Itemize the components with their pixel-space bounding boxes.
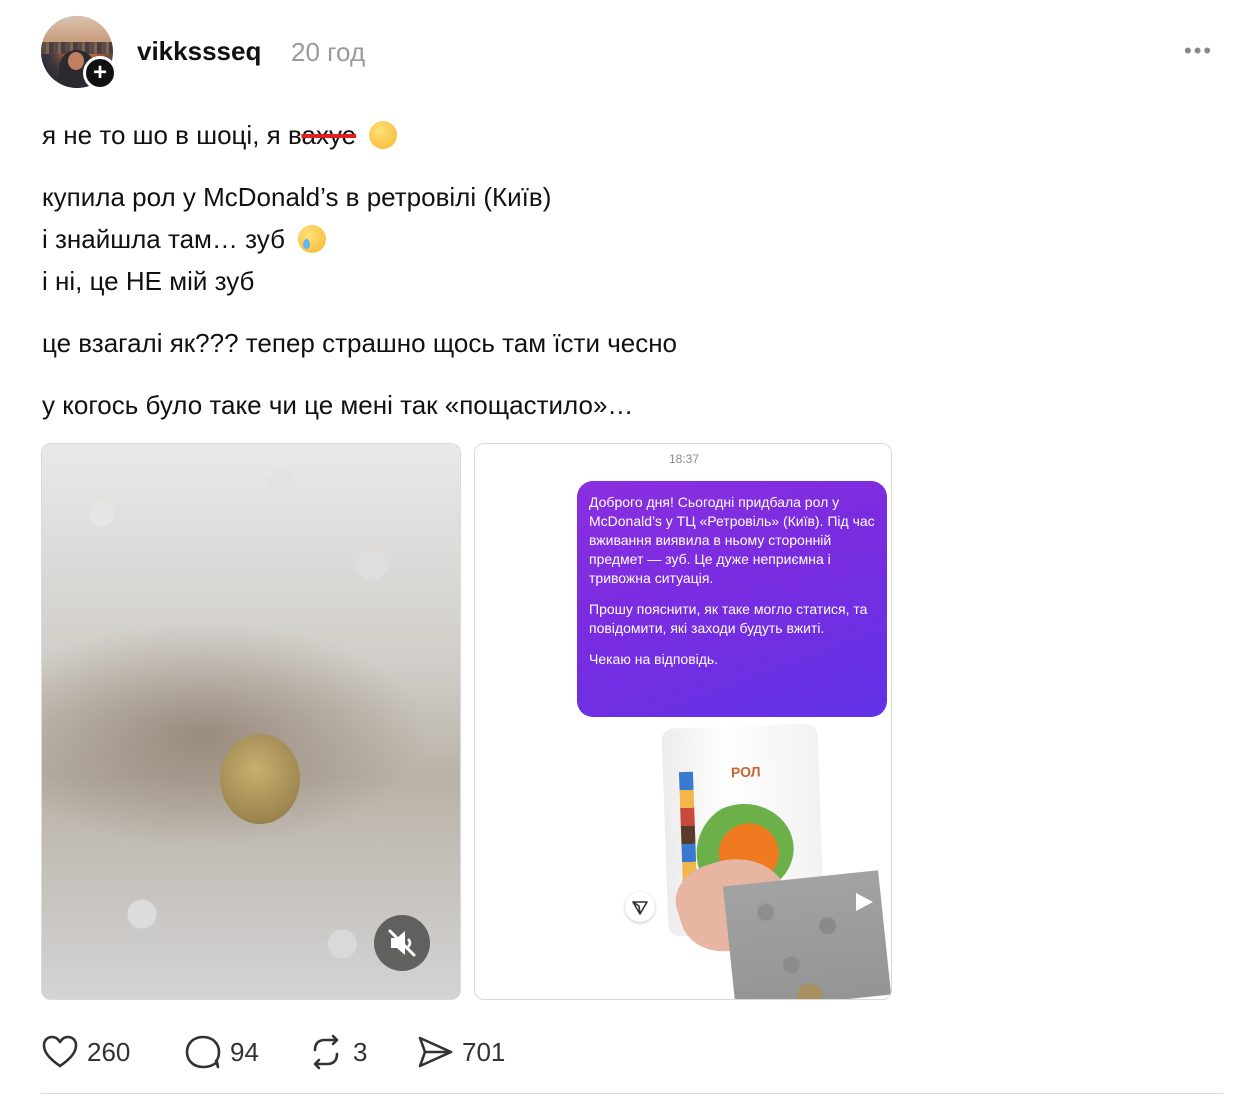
box-label: РОЛ	[730, 763, 761, 781]
message-paragraph: Прошу пояснити, як таке могло статися, т…	[589, 601, 868, 636]
reply-button[interactable]: 94	[184, 1032, 259, 1072]
username[interactable]: vikkssseq	[137, 36, 261, 67]
follow-button[interactable]: +	[83, 56, 117, 90]
mute-icon	[388, 929, 416, 957]
video-attachment[interactable]	[41, 443, 461, 1000]
box-color-strip	[678, 771, 697, 883]
post-text-line-2: купила рол у McDonald’s в ретровілі (Киї…	[42, 182, 552, 212]
melting-face-emoji	[369, 121, 398, 149]
text-line-3-content: і знайшла там… зуб	[42, 224, 285, 254]
text-before-strike: я не то шо в шоці, я в	[42, 120, 302, 150]
post-divider	[41, 1093, 1223, 1094]
more-icon[interactable]: •••	[1184, 38, 1213, 64]
mute-button[interactable]	[374, 915, 430, 971]
share-count: 701	[462, 1036, 506, 1067]
like-button[interactable]: 260	[41, 1032, 130, 1072]
timestamp: 20 год	[291, 37, 366, 67]
message-paragraph: Доброго дня! Сьогодні придбала рол у McD…	[589, 494, 875, 586]
share-button[interactable]: 701	[416, 1032, 505, 1072]
post-text-line-5: це взагалі як??? тепер страшно щось там …	[42, 328, 678, 358]
chat-time: 18:37	[668, 452, 700, 466]
post-text-line-6: у когось було таке чи це мені так «пощас…	[42, 390, 634, 420]
post-text-line-4: і ні, це НЕ мій зуб	[42, 266, 255, 296]
repost-icon	[313, 1034, 339, 1070]
tissue-photo	[722, 870, 891, 999]
struck-text: ахуе	[301, 120, 357, 150]
send-icon[interactable]	[625, 892, 655, 922]
heart-icon	[42, 1035, 78, 1068]
avatar-face	[68, 52, 84, 70]
crying-face-emoji	[298, 225, 327, 253]
screenshot-attachment[interactable]: 18:37 Доброго дня! Сьогодні придбала рол…	[474, 443, 892, 1000]
reply-count: 94	[230, 1036, 259, 1067]
chat-message-bubble: Доброго дня! Сьогодні придбала рол у McD…	[577, 481, 887, 717]
comment-icon	[185, 1035, 221, 1069]
repost-count: 3	[353, 1036, 368, 1067]
play-icon[interactable]	[853, 891, 875, 913]
share-icon	[418, 1036, 453, 1068]
message-paragraph: Чекаю на відповідь.	[589, 651, 719, 667]
post-text-line-3: і знайшла там… зуб	[42, 224, 327, 255]
like-count: 260	[87, 1036, 131, 1067]
repost-button[interactable]: 3	[307, 1032, 367, 1072]
post-text-line-1: я не то шо в шоці, я вахуе	[42, 120, 398, 151]
tooth-image	[220, 734, 300, 824]
plus-icon: +	[92, 59, 107, 86]
